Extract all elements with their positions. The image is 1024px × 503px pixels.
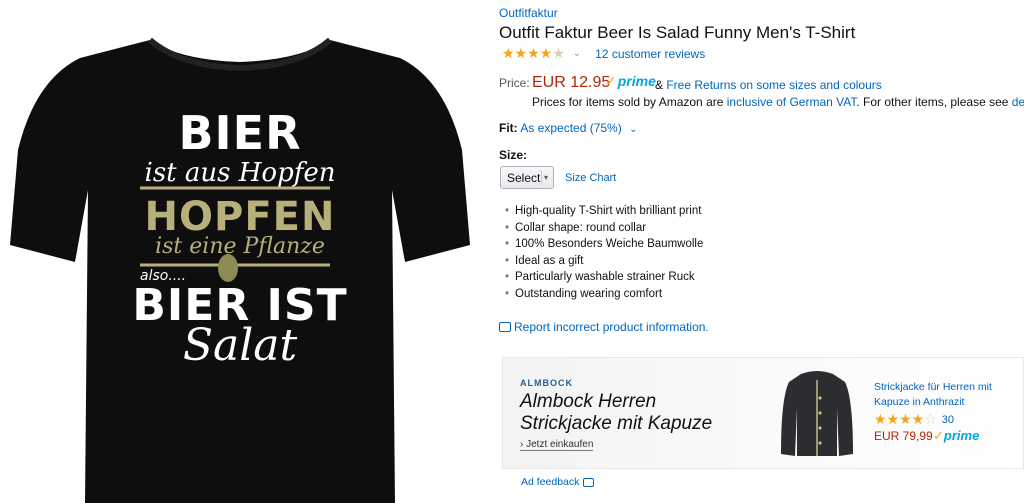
shirt-text-line: ist aus Hopfen bbox=[144, 158, 336, 188]
sponsored-ad[interactable]: ALMBOCK Almbock Herren Strickjacke mit K… bbox=[502, 357, 1024, 469]
ad-rating[interactable]: ★★★★☆ 30 bbox=[874, 411, 954, 428]
price: EUR 12.95 bbox=[532, 74, 611, 91]
reviews-link[interactable]: 12 customer reviews bbox=[595, 47, 705, 61]
fit-label: Fit: bbox=[499, 121, 518, 135]
list-item: Outstanding wearing comfort bbox=[505, 288, 703, 305]
product-details: Outfitfaktur Outfit Faktur Beer Is Salad… bbox=[499, 0, 1024, 503]
fit-row: Fit: As expected (75%) ⌄ bbox=[499, 121, 637, 135]
ad-price: EUR 79,99 bbox=[874, 429, 933, 443]
prime-check-icon: ✓ bbox=[933, 428, 944, 443]
free-returns-link[interactable]: Free Returns on some sizes and colours bbox=[666, 78, 881, 92]
product-image[interactable]: BIER ist aus Hopfen HOPFEN ist eine Pfla… bbox=[0, 0, 480, 503]
prime-check-icon: ✓ bbox=[605, 73, 617, 89]
ad-headline[interactable]: Almbock Herren Strickjacke mit Kapuze bbox=[520, 391, 712, 435]
report-link-text[interactable]: Report incorrect product information. bbox=[514, 320, 709, 334]
prime-badge: ✓prime bbox=[605, 73, 656, 89]
brand-link[interactable]: Outfitfaktur bbox=[499, 6, 558, 20]
ad-feedback-text[interactable]: Ad feedback bbox=[521, 476, 579, 488]
star-rating-icon[interactable]: ★★★★★ bbox=[502, 45, 565, 62]
star-rating-icon: ★★★★☆ bbox=[874, 411, 937, 427]
fit-value-link[interactable]: As expected (75%) bbox=[520, 121, 621, 135]
list-item: Particularly washable strainer Ruck bbox=[505, 271, 703, 288]
ad-feedback-link[interactable]: Ad feedback bbox=[521, 476, 595, 488]
chevron-down-icon[interactable]: ⌄ bbox=[573, 48, 581, 59]
price-label: Price: bbox=[499, 76, 530, 90]
shop-now-link[interactable]: › Jetzt einkaufen bbox=[520, 439, 594, 451]
product-title: Outfit Faktur Beer Is Salad Funny Men's … bbox=[499, 23, 856, 42]
vat-link[interactable]: inclusive of German VAT bbox=[727, 95, 857, 109]
report-link[interactable]: Report incorrect product information. bbox=[499, 320, 709, 334]
list-item: Collar shape: round collar bbox=[505, 222, 703, 239]
details-link[interactable]: details bbox=[1012, 95, 1024, 109]
ad-product-link[interactable]: Strickjacke für Herren mit Kapuze in Ant… bbox=[874, 380, 1014, 410]
size-label: Size: bbox=[499, 148, 528, 162]
feature-bullets: High-quality T-Shirt with brilliant prin… bbox=[505, 205, 703, 304]
vat-line: Prices for items sold by Amazon are incl… bbox=[532, 95, 1024, 109]
shirt-text-line: BIER bbox=[178, 106, 302, 160]
list-item: High-quality T-Shirt with brilliant prin… bbox=[505, 205, 703, 222]
comment-icon bbox=[499, 322, 511, 332]
shirt-text-line: Salat bbox=[182, 320, 298, 371]
ad-review-count[interactable]: 30 bbox=[942, 414, 954, 426]
comment-icon bbox=[583, 477, 595, 487]
size-chart-link[interactable]: Size Chart bbox=[565, 172, 616, 184]
chevron-down-icon[interactable]: ⌄ bbox=[629, 124, 637, 135]
list-item: 100% Besonders Weiche Baumwolle bbox=[505, 238, 703, 255]
dropdown-arrow-icon: ▾ bbox=[541, 170, 550, 185]
rating-row: ★★★★★ ⌄ 12 customer reviews bbox=[502, 45, 705, 62]
size-select[interactable]: Select ▾ bbox=[500, 166, 554, 189]
shirt-text-line: ist eine Pflanze bbox=[155, 234, 325, 259]
ad-prime-badge: ✓prime bbox=[933, 428, 980, 443]
returns-line: & Free Returns on some sizes and colours bbox=[655, 78, 882, 92]
ad-brand: ALMBOCK bbox=[520, 378, 573, 388]
jacket-image[interactable] bbox=[779, 368, 855, 458]
list-item: Ideal as a gift bbox=[505, 255, 703, 272]
